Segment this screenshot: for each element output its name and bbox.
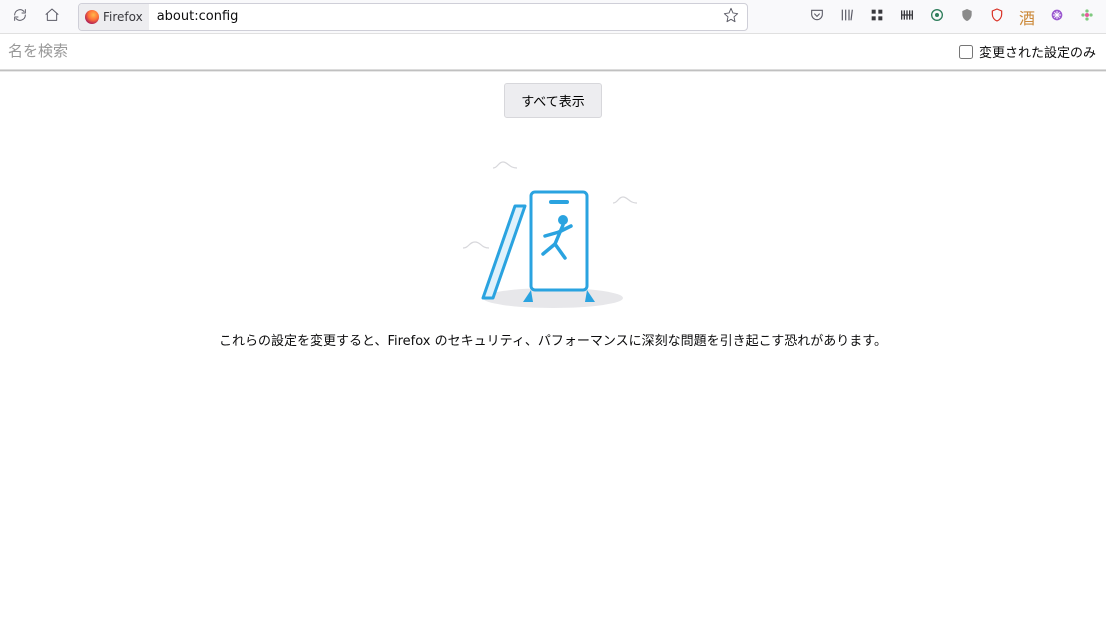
toolbar-extensions: 酒 <box>804 4 1100 30</box>
identity-box[interactable]: Firefox <box>79 4 149 30</box>
identity-label: Firefox <box>103 10 143 24</box>
only-modified-checkbox[interactable]: 変更された設定のみ <box>949 42 1106 61</box>
extension-translate-button[interactable]: 酒 <box>1014 4 1040 30</box>
prefs-search-input[interactable] <box>0 34 949 69</box>
extension-gridwide-button[interactable] <box>894 4 920 30</box>
about-config-main: すべて表示 <box>0 71 1106 349</box>
asterisk-icon <box>1049 7 1065 27</box>
only-modified-label: 変更された設定のみ <box>979 42 1096 61</box>
config-warning-text: これらの設定を変更すると、Firefox のセキュリティ、パフォーマンスに深刻な… <box>0 330 1106 349</box>
reload-icon <box>12 7 28 27</box>
pocket-button[interactable] <box>804 4 830 30</box>
extension-misc-button[interactable] <box>1074 4 1100 30</box>
grid6-icon <box>899 7 915 27</box>
reload-button[interactable] <box>6 3 34 31</box>
url-bar[interactable]: Firefox about:config <box>78 3 748 31</box>
prefs-search-row: 変更された設定のみ <box>0 34 1106 70</box>
bookmark-star-button[interactable] <box>721 7 741 27</box>
extension-purple-button[interactable] <box>1044 4 1070 30</box>
firefox-logo-icon <box>85 10 99 24</box>
extension-brave-button[interactable] <box>984 4 1010 30</box>
library-icon <box>839 7 855 27</box>
home-icon <box>44 7 60 27</box>
browser-toolbar: Firefox about:config <box>0 0 1106 34</box>
pocket-icon <box>809 7 825 27</box>
caution-illustration <box>453 148 653 318</box>
url-text[interactable]: about:config <box>153 9 717 24</box>
home-button[interactable] <box>38 3 66 31</box>
circle-c-icon <box>929 7 945 27</box>
shield-gray-icon <box>959 7 975 27</box>
extension-green-button[interactable] <box>924 4 950 30</box>
only-modified-checkbox-input[interactable] <box>959 45 973 59</box>
library-button[interactable] <box>834 4 860 30</box>
shield-outline-icon <box>989 7 1005 27</box>
show-all-button[interactable]: すべて表示 <box>504 83 602 118</box>
grid4-icon <box>869 7 885 27</box>
extension-adblock-button[interactable] <box>954 4 980 30</box>
translate-icon: 酒 <box>1019 5 1035 29</box>
flower-icon <box>1079 7 1095 27</box>
extension-grid-button[interactable] <box>864 4 890 30</box>
star-icon <box>723 7 739 27</box>
